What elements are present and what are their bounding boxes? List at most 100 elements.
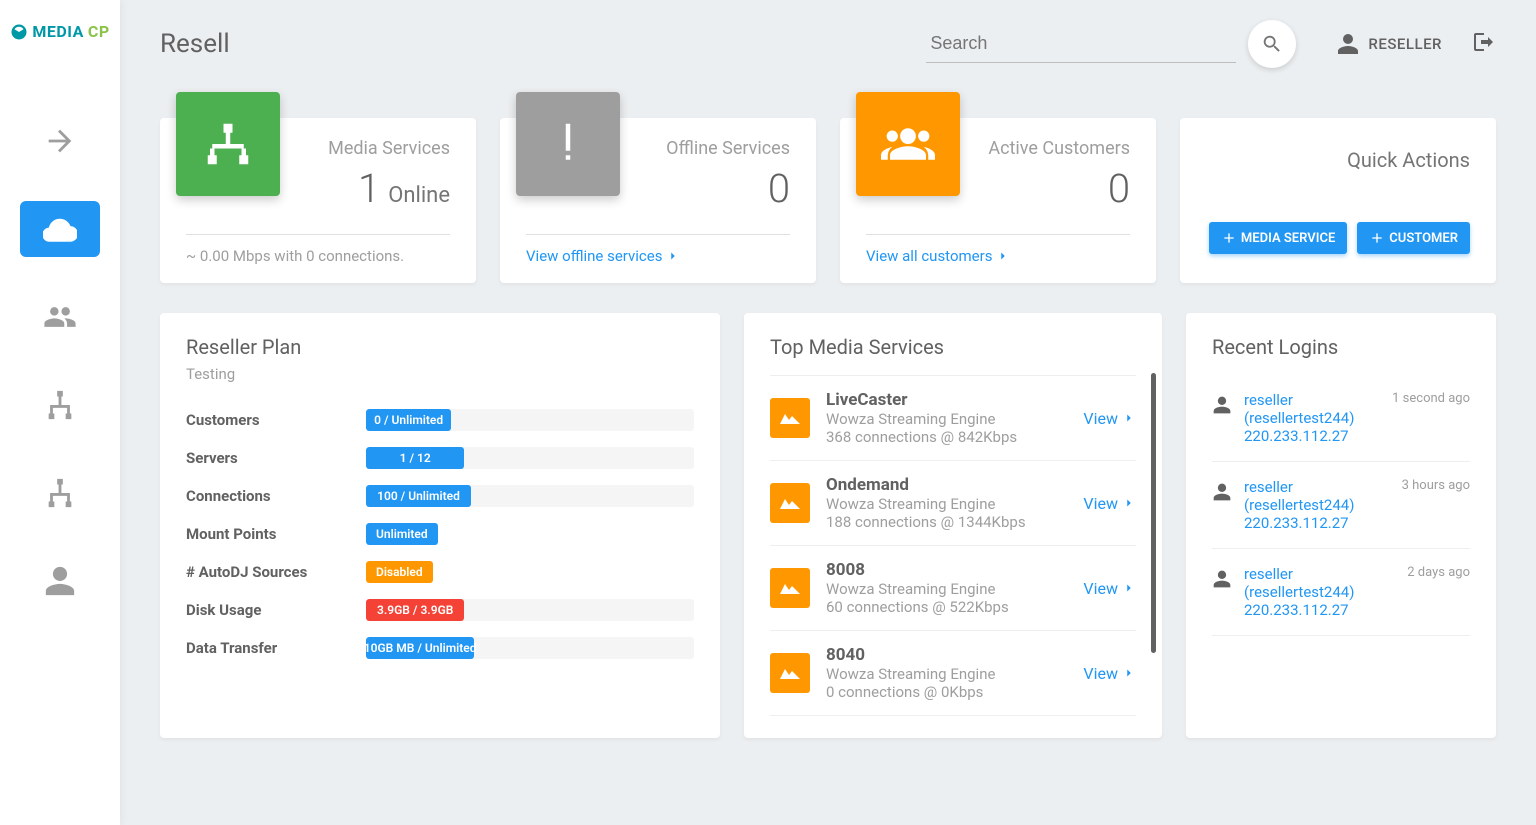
stat-active-customers: Active Customers 0 View all customers <box>840 118 1156 283</box>
service-engine: Wowza Streaming Engine <box>826 495 1067 513</box>
view-offline-link[interactable]: View offline services <box>526 247 790 265</box>
login-row: reseller (resellertest244) 220.233.112.2… <box>1212 375 1470 462</box>
stat-offline-services: Offline Services 0 View offline services <box>500 118 816 283</box>
login-ip-link[interactable]: 220.233.112.27 <box>1244 601 1395 619</box>
sidebar: MEDIA CP <box>0 0 120 825</box>
chevron-right-icon <box>996 249 1010 263</box>
chevron-right-icon <box>1122 666 1136 680</box>
logout-button[interactable] <box>1472 30 1496 58</box>
plan-badge: Unlimited <box>366 523 438 545</box>
panel-subtitle: Testing <box>186 365 694 383</box>
service-row: Ondemand Wowza Streaming Engine 188 conn… <box>770 461 1136 546</box>
view-service-link[interactable]: View <box>1083 579 1136 598</box>
user-icon <box>1212 478 1232 532</box>
nav-customers-icon[interactable] <box>20 289 100 345</box>
login-account-link[interactable]: (resellertest244) <box>1244 409 1380 427</box>
nav-sitemap-icon[interactable] <box>20 377 100 433</box>
login-user-link[interactable]: reseller <box>1244 478 1390 496</box>
login-time: 3 hours ago <box>1402 478 1470 532</box>
service-engine: Wowza Streaming Engine <box>826 580 1067 598</box>
service-stats: 368 connections @ 842Kbps <box>826 428 1067 446</box>
page-title: Resell <box>160 29 230 59</box>
user-icon <box>1336 32 1360 56</box>
login-time: 2 days ago <box>1407 565 1470 619</box>
logout-icon <box>1472 30 1496 54</box>
service-row: LiveCaster Wowza Streaming Engine 368 co… <box>770 376 1136 461</box>
user-menu[interactable]: RESELLER <box>1336 32 1442 56</box>
stat-value: 0 <box>1108 165 1130 212</box>
add-media-service-button[interactable]: MEDIA SERVICE <box>1209 222 1347 254</box>
plan-badge: 3.9GB / 3.9GB <box>366 599 464 621</box>
view-service-link[interactable]: View <box>1083 664 1136 683</box>
topbar: Resell RESELLER <box>160 20 1496 68</box>
add-customer-button[interactable]: CUSTOMER <box>1357 222 1470 254</box>
stat-footer: ~ 0.00 Mbps with 0 connections. <box>186 247 450 265</box>
view-service-link[interactable]: View <box>1083 409 1136 428</box>
users-icon <box>856 92 960 196</box>
user-icon <box>1212 391 1232 445</box>
login-account-link[interactable]: (resellertest244) <box>1244 496 1390 514</box>
service-name: 8008 <box>826 560 1067 580</box>
chevron-right-icon <box>1122 496 1136 510</box>
quick-actions-panel: Quick Actions MEDIA SERVICE CUSTOMER <box>1180 118 1496 283</box>
wowza-icon <box>770 653 810 693</box>
wowza-icon <box>770 398 810 438</box>
quick-actions-title: Quick Actions <box>1206 148 1470 172</box>
plan-badge: 1 / 12 <box>366 447 464 469</box>
service-engine: Wowza Streaming Engine <box>826 665 1067 683</box>
service-name: Ondemand <box>826 475 1067 495</box>
chevron-right-icon <box>1122 581 1136 595</box>
scrollbar[interactable] <box>1151 373 1156 653</box>
search-icon <box>1261 33 1283 55</box>
recent-logins-panel: Recent Logins reseller (resellertest244)… <box>1186 313 1496 738</box>
search-input[interactable] <box>926 25 1236 63</box>
view-customers-link[interactable]: View all customers <box>866 247 1130 265</box>
plan-row-servers: Servers 1 / 12 <box>186 447 694 469</box>
panel-title: Reseller Plan <box>186 335 694 359</box>
nav-sitemap2-icon[interactable] <box>20 465 100 521</box>
plan-row-transfer: Data Transfer 10GB MB / Unlimited <box>186 637 694 659</box>
service-stats: 188 connections @ 1344Kbps <box>826 513 1067 531</box>
reseller-plan-panel: Reseller Plan Testing Customers 0 / Unli… <box>160 313 720 738</box>
plan-row-mount: Mount Points Unlimited <box>186 523 694 545</box>
nav-profile-icon[interactable] <box>20 553 100 609</box>
login-ip-link[interactable]: 220.233.112.27 <box>1244 514 1390 532</box>
plan-row-disk: Disk Usage 3.9GB / 3.9GB <box>186 599 694 621</box>
logo[interactable]: MEDIA CP <box>0 0 119 63</box>
login-user-link[interactable]: reseller <box>1244 391 1380 409</box>
login-ip-link[interactable]: 220.233.112.27 <box>1244 427 1380 445</box>
stat-value: 0 <box>768 165 790 212</box>
chevron-right-icon <box>1122 411 1136 425</box>
login-time: 1 second ago <box>1392 391 1470 445</box>
user-label: RESELLER <box>1368 35 1442 53</box>
search-button[interactable] <box>1248 20 1296 68</box>
login-account-link[interactable]: (resellertest244) <box>1244 583 1395 601</box>
service-engine: Wowza Streaming Engine <box>826 410 1067 428</box>
plus-icon <box>1221 230 1237 246</box>
service-stats: 0 connections @ 0Kbps <box>826 683 1067 701</box>
plan-badge: 100 / Unlimited <box>366 485 471 507</box>
panel-title: Top Media Services <box>770 335 1136 359</box>
service-stats: 60 connections @ 522Kbps <box>826 598 1067 616</box>
login-user-link[interactable]: reseller <box>1244 565 1395 583</box>
login-row: reseller (resellertest244) 220.233.112.2… <box>1212 549 1470 636</box>
logo-text-b: CP <box>88 22 110 41</box>
plan-badge: Disabled <box>366 561 433 583</box>
plan-row-connections: Connections 100 / Unlimited <box>186 485 694 507</box>
service-row: 8040 Wowza Streaming Engine 0 connection… <box>770 631 1136 716</box>
plan-row-autodj: # AutoDJ Sources Disabled <box>186 561 694 583</box>
service-name: 8040 <box>826 645 1067 665</box>
nav-cloud-icon[interactable] <box>20 201 100 257</box>
user-icon <box>1212 565 1232 619</box>
top-media-services-panel: Top Media Services LiveCaster Wowza Stre… <box>744 313 1162 738</box>
nav-arrow-icon[interactable] <box>20 113 100 169</box>
logo-text-a: MEDIA <box>32 22 83 41</box>
plus-icon <box>1369 230 1385 246</box>
stat-suffix: Online <box>388 183 450 208</box>
logo-icon <box>10 23 28 41</box>
plan-badge: 10GB MB / Unlimited <box>366 637 474 659</box>
wowza-icon <box>770 483 810 523</box>
sitemap-icon <box>176 92 280 196</box>
view-service-link[interactable]: View <box>1083 494 1136 513</box>
service-name: LiveCaster <box>826 390 1067 410</box>
